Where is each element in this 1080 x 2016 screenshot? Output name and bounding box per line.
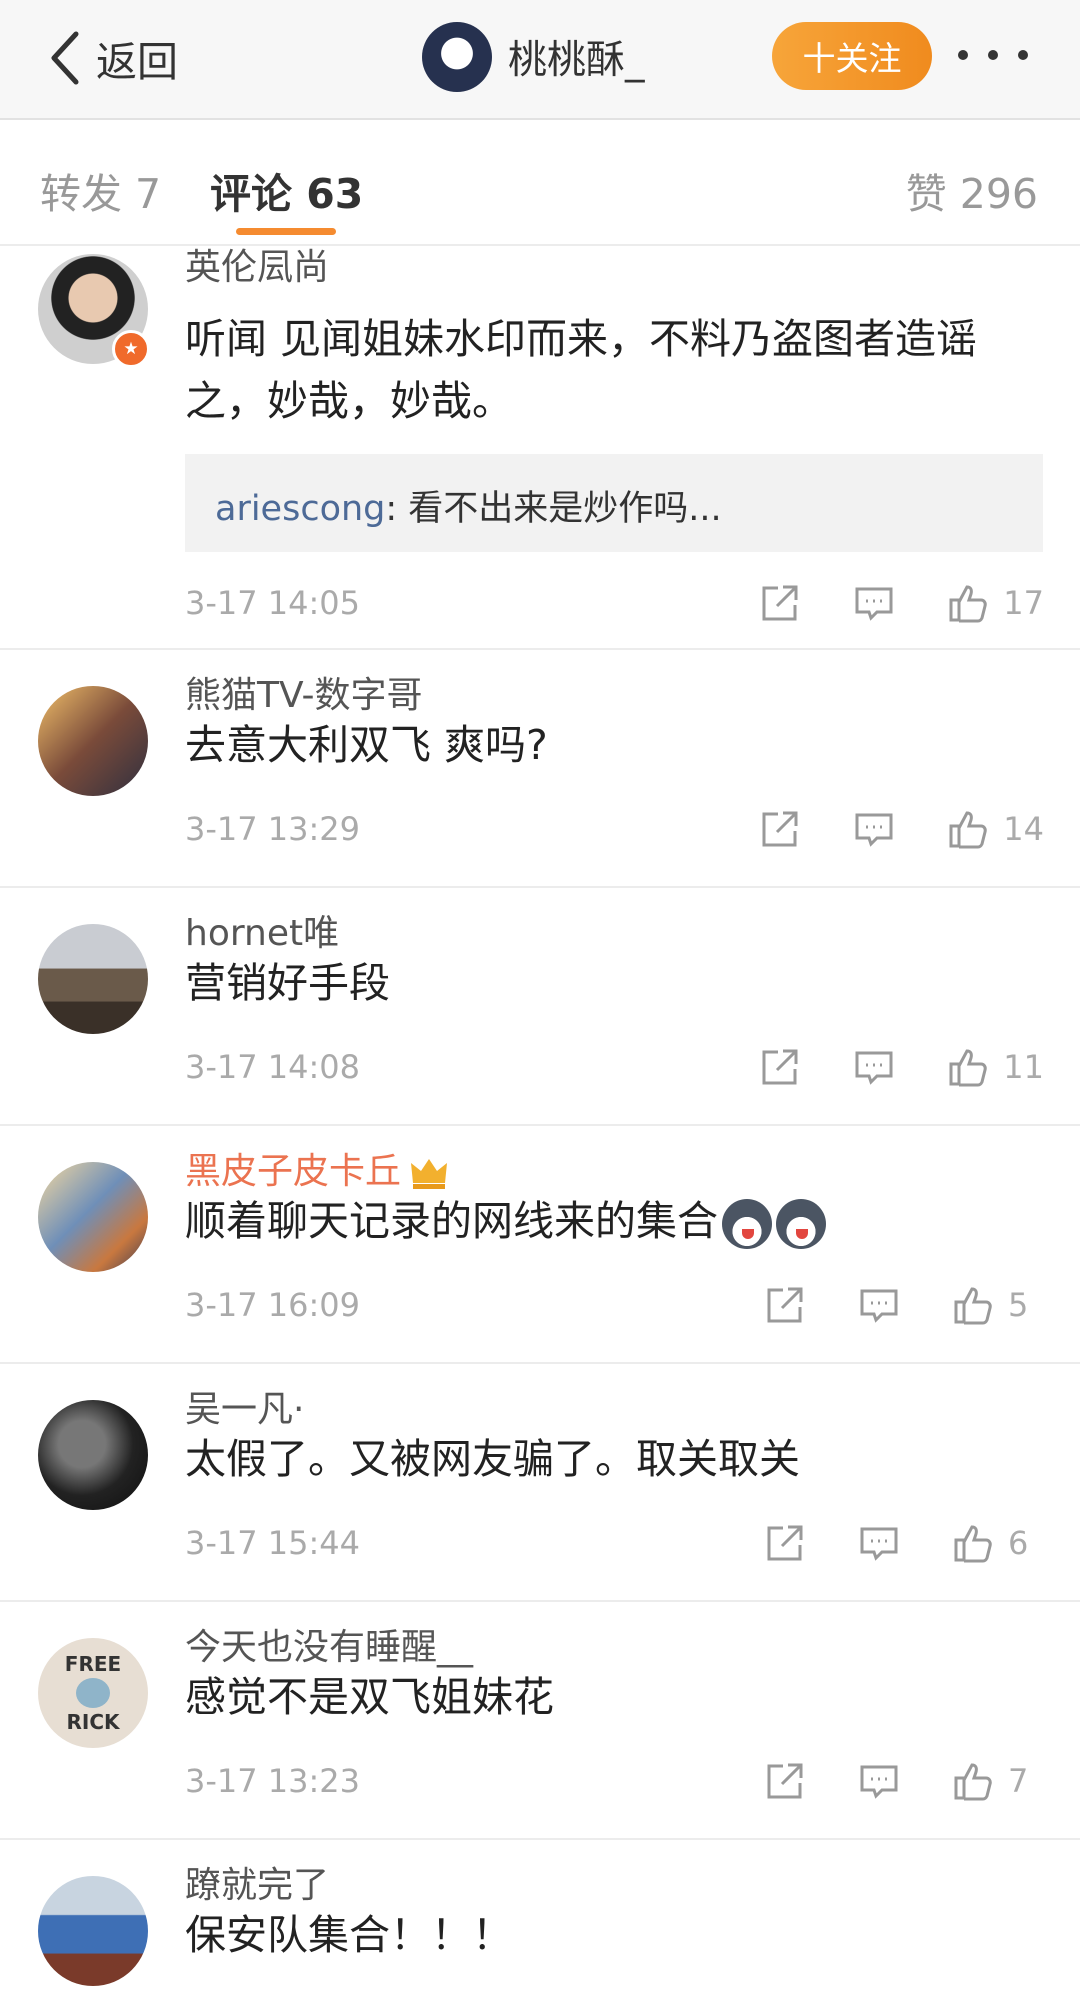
commenter-avatar[interactable] [38,686,148,796]
comment-text: 顺着聊天记录的网线来的集合 [185,1190,1045,1252]
tab-bar: 转发 7 评论 63 赞 296 [0,120,1080,246]
repost-icon[interactable] [759,808,801,850]
back-button[interactable]: 返回 [48,26,178,90]
comment-list: ★ 英伦凨尚 听闻 见闻姐妹水印而来，不料乃盗图者造谣之，妙哉，妙哉。 arie… [0,246,1080,2016]
commenter-avatar[interactable] [38,1400,148,1510]
comment-time: 3-17 13:23 [185,1762,361,1800]
tab-like[interactable]: 赞 296 [906,160,1038,220]
like-icon[interactable] [952,1522,994,1564]
repost-icon[interactable] [764,1760,806,1802]
like-icon[interactable] [947,808,989,850]
comment-item: 吴一凡· 太假了。又被网友骗了。取关取关 3-17 15:44 6 [0,1364,1080,1602]
username-text: 黑皮子皮卡丘 [185,1151,402,1192]
comment-username[interactable]: 熊猫TV-数字哥 [185,666,423,718]
comment-username[interactable]: hornet唯 [185,904,339,956]
comment-item: ★ 英伦凨尚 听闻 见闻姐妹水印而来，不料乃盗图者造谣之，妙哉，妙哉。 arie… [0,246,1080,650]
comment-username[interactable]: 黑皮子皮卡丘 [185,1142,449,1194]
chevron-left-icon [51,31,79,85]
comment-item: FREE RICK 今天也没有睡醒__ 感觉不是双飞姐妹花 3-17 13:23… [0,1602,1080,1840]
comment-item: hornet唯 营销好手段 3-17 14:08 11 [0,888,1080,1126]
like-count: 14 [1003,810,1044,848]
comment-text-content: 顺着聊天记录的网线来的集合 [185,1197,718,1245]
husky-emoji-icon [776,1199,826,1249]
commenter-avatar[interactable]: FREE RICK [38,1638,148,1748]
comment-text: 去意大利双飞 爽吗? [185,721,548,769]
comment-actions: 11 [759,1046,1044,1088]
comment-time: 3-17 13:29 [185,810,361,848]
like-icon[interactable] [947,582,989,624]
reply-username[interactable]: ariescong [215,489,385,529]
like-count: 11 [1003,1048,1044,1086]
nav-user[interactable]: 桃桃酥_ [422,22,645,92]
comment-text: 感觉不是双飞姐妹花 [185,1673,554,1721]
reply-preview[interactable]: ariescong: 看不出来是炒作吗... [185,454,1043,552]
comment-text: 营销好手段 [185,959,390,1007]
like-icon[interactable] [947,1046,989,1088]
husky-emoji-icon [722,1199,772,1249]
comment-item: 熊猫TV-数字哥 去意大利双飞 爽吗? 3-17 13:29 14 [0,650,1080,888]
comment-text: 保安队集合！！！ [185,1911,513,1959]
reply-text: : 看不出来是炒作吗... [385,489,722,529]
comment-actions: 14 [759,808,1044,850]
comment-time: 3-17 14:05 [185,584,361,622]
nav-username: 桃桃酥_ [508,38,645,83]
vip-crown-icon [411,1159,448,1189]
navigation-bar: 返回 桃桃酥_ 十关注 [0,0,1080,120]
comment-username[interactable]: 今天也没有睡醒__ [185,1618,473,1670]
comment-username[interactable]: 吴一凡· [185,1380,304,1432]
active-tab-indicator [236,228,336,235]
avatar-text: FREE [64,1652,122,1676]
comment-text: 太假了。又被网友骗了。取关取关 [185,1435,800,1483]
comment-actions: 5 [764,1284,1044,1326]
avatar-face [76,1678,110,1708]
comment-item: 蹽就完了 保安队集合！！！ [0,1840,1080,2016]
commenter-avatar[interactable] [38,924,148,1034]
comment-username[interactable]: 蹽就完了 [185,1856,329,1908]
follow-button[interactable]: 十关注 [772,22,932,90]
like-icon[interactable] [952,1284,994,1326]
repost-icon[interactable] [759,1046,801,1088]
like-count: 7 [1008,1762,1029,1800]
verified-badge-icon: ★ [112,330,150,368]
like-icon[interactable] [952,1760,994,1802]
comment-icon[interactable] [853,808,895,850]
comment-username[interactable]: 英伦凨尚 [185,238,329,290]
like-count: 17 [1003,584,1044,622]
avatar-text: RICK [66,1710,120,1734]
tab-repost[interactable]: 转发 7 [40,160,161,220]
comment-time: 3-17 15:44 [185,1524,361,1562]
comment-actions: 17 [759,582,1044,624]
like-count: 5 [1008,1286,1029,1324]
comment-time: 3-17 14:08 [185,1048,361,1086]
comment-text: 听闻 见闻姐妹水印而来，不料乃盗图者造谣之，妙哉，妙哉。 [185,315,978,425]
repost-icon[interactable] [759,582,801,624]
comment-icon[interactable] [858,1522,900,1564]
comment-actions: 7 [764,1760,1044,1802]
comment-time: 3-17 16:09 [185,1286,361,1324]
comment-icon[interactable] [853,582,895,624]
user-avatar[interactable] [422,22,492,92]
comment-icon[interactable] [853,1046,895,1088]
back-label: 返回 [96,38,178,86]
comment-actions: 6 [764,1522,1044,1564]
more-icon[interactable] [958,40,1028,70]
comment-icon[interactable] [858,1284,900,1326]
commenter-avatar[interactable] [38,1162,148,1272]
tab-comment[interactable]: 评论 63 [210,160,363,220]
comment-icon[interactable] [858,1760,900,1802]
repost-icon[interactable] [764,1522,806,1564]
like-count: 6 [1008,1524,1029,1562]
comment-item: 黑皮子皮卡丘 顺着聊天记录的网线来的集合 3-17 16:09 5 [0,1126,1080,1364]
repost-icon[interactable] [764,1284,806,1326]
commenter-avatar[interactable] [38,1876,148,1986]
